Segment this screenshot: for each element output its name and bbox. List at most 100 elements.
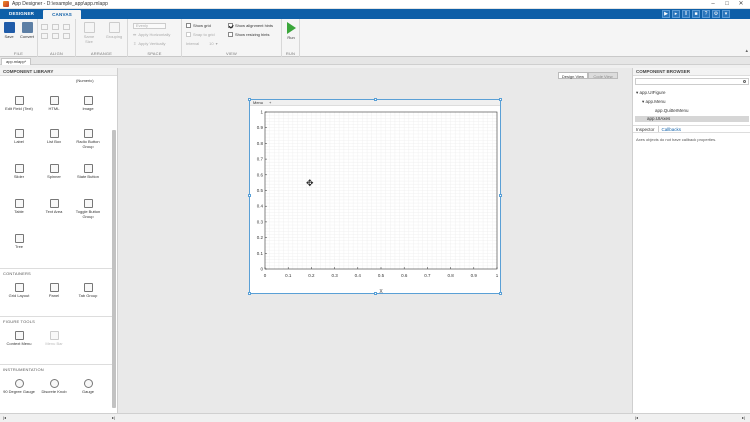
component-toggle-button-group[interactable]: Toggle Button Group <box>72 199 104 219</box>
component-grid-layout[interactable]: Grid Layout <box>3 283 35 298</box>
component-label[interactable]: Label <box>3 129 35 144</box>
component-menu-bar[interactable]: Menu Bar <box>38 331 70 346</box>
show-resizing-hints-check <box>228 32 233 37</box>
snap-to-grid-checkbox[interactable]: Snap to grid <box>186 32 215 37</box>
component-context-menu[interactable]: Context Menu <box>3 331 35 346</box>
tab-designer[interactable]: DESIGNER <box>0 9 43 19</box>
figure-tools-title: FIGURE TOOLS <box>0 316 112 324</box>
resize-handle-top-right[interactable] <box>499 98 502 101</box>
containers-title: CONTAINERS <box>0 268 112 276</box>
align-top-icon[interactable] <box>41 33 48 39</box>
component-edit-field-text[interactable]: Edit Field (Text) <box>3 96 35 111</box>
component-table[interactable]: Table <box>3 199 35 214</box>
maximize-button[interactable]: □ <box>720 0 734 9</box>
grouping-icon <box>108 22 120 33</box>
spinner-icon <box>49 164 59 173</box>
grid-layout-icon <box>14 283 24 292</box>
resize-handle-bottom[interactable] <box>374 292 377 295</box>
align-middle-icon[interactable] <box>52 33 59 39</box>
apply-horizontally-button[interactable]: ⇹ Apply Horizontally <box>133 32 170 37</box>
grouping-button[interactable]: Grouping <box>104 22 124 39</box>
show-grid-checkbox[interactable]: Show grid <box>186 23 211 28</box>
component-state-button[interactable]: State Button <box>72 164 104 179</box>
list-box-icon <box>49 129 59 138</box>
collapse-toolstrip-icon[interactable]: ▴ <box>745 48 748 54</box>
space-mode-dropdown[interactable]: Evenly <box>133 23 166 29</box>
add-menu-button[interactable]: + <box>266 100 274 105</box>
browser-search-input[interactable] <box>635 78 749 85</box>
tree-icon <box>14 234 24 243</box>
component-html[interactable]: HTML <box>38 96 70 111</box>
minimize-button[interactable]: – <box>706 0 720 9</box>
component-slider[interactable]: Slider <box>3 164 35 179</box>
tab-canvas[interactable]: CANVAS <box>43 10 81 19</box>
stop-icon[interactable]: ■ <box>692 10 700 18</box>
settings-icon[interactable]: ⚙ <box>712 10 720 18</box>
tab-inspector[interactable]: Inspector <box>633 126 658 132</box>
component-panel[interactable]: Panel <box>38 283 70 298</box>
expand-icon[interactable]: ▾ <box>722 10 730 18</box>
document-tab-app[interactable]: app.mlapp* <box>1 58 32 65</box>
y-tick-label: 1 <box>260 110 263 115</box>
tree-item-uifigure[interactable]: ▾ app.UIFigure <box>636 90 666 96</box>
component-gauge[interactable]: Gauge <box>72 379 104 394</box>
resize-handle-top-left[interactable] <box>248 98 251 101</box>
y-tick-label: 0.4 <box>257 204 264 209</box>
tab-callbacks[interactable]: Callbacks <box>657 126 685 132</box>
apply-vertically-button[interactable]: ⇳ Apply Vertically <box>133 41 165 46</box>
design-view-button[interactable]: Design View <box>558 72 588 79</box>
step-icon[interactable]: ▸ <box>672 10 680 18</box>
component-tab-group[interactable]: Tab Group <box>72 283 104 298</box>
run-button[interactable]: Run <box>283 22 299 40</box>
code-view-button[interactable]: Code View <box>588 72 618 79</box>
align-left-icon[interactable] <box>41 24 48 30</box>
resize-handle-top[interactable] <box>374 98 377 101</box>
expand-right-icon[interactable]: |◂ <box>635 415 638 420</box>
x-tick-label: 0.6 <box>401 273 408 278</box>
html-icon <box>49 96 59 105</box>
expand-left-icon[interactable]: ▸| <box>112 415 115 420</box>
space-section-label: SPACE <box>147 51 162 56</box>
component-image[interactable]: Image <box>72 96 104 111</box>
component-list-box[interactable]: List Box <box>38 129 70 144</box>
resize-handle-left[interactable] <box>248 194 251 197</box>
show-alignment-hints-checkbox[interactable]: Show alignment hints <box>228 23 273 28</box>
collapse-right-icon[interactable]: ▸| <box>742 415 745 420</box>
tree-item-uiaxes[interactable]: app.UIAxes <box>635 116 749 122</box>
run-quick-icon[interactable]: ▶ <box>662 10 670 18</box>
edit-field-icon <box>14 96 24 105</box>
component-spinner[interactable]: Spinner <box>38 164 70 179</box>
component-tree[interactable]: Tree <box>3 234 35 249</box>
component-discrete-knob[interactable]: Discrete Knob <box>38 379 70 394</box>
align-right-icon[interactable] <box>63 24 70 30</box>
close-button[interactable]: ✕ <box>734 0 748 9</box>
menu-item-menu[interactable]: Menu <box>250 100 266 105</box>
ui-figure[interactable]: Menu + 0 0 0.1 0.1 0.2 0.2 0.3 0.3 0.4 0.4 0.5 0.5 0… <box>248 98 502 295</box>
state-button-icon <box>83 164 93 173</box>
interval-field[interactable]: Interval 10 ▾ <box>186 41 218 46</box>
ui-axes[interactable]: 00 0.1 0.1 0.2 0.2 0.3 0.3 0.4 0.4 0.5 0.5 0.6 0.6 0.… <box>250 107 500 295</box>
component-90-degree-gauge[interactable]: 90 Degree Gauge <box>3 379 35 394</box>
collapse-left-icon[interactable]: |◂ <box>3 415 6 420</box>
save-button[interactable]: Save <box>1 22 17 39</box>
convert-button[interactable]: Convert <box>19 22 35 39</box>
align-center-icon[interactable] <box>52 24 59 30</box>
help-icon[interactable]: ? <box>702 10 710 18</box>
search-icon <box>743 80 746 83</box>
pause-icon[interactable]: ‖ <box>682 10 690 18</box>
radio-group-icon <box>83 129 93 138</box>
resize-handle-bottom-right[interactable] <box>499 292 502 295</box>
tree-item-menu[interactable]: ▾ app.Menu <box>642 99 666 105</box>
component-radio-button-group[interactable]: Radio Button Group <box>72 129 104 149</box>
library-scrollbar[interactable] <box>112 130 116 408</box>
component-text-area[interactable]: Text Area <box>38 199 70 214</box>
align-bottom-icon[interactable] <box>63 33 70 39</box>
run-icon <box>286 22 296 34</box>
design-canvas[interactable]: Design View Code View Menu + 0 0 0.1 0.1 0.2… <box>118 68 632 413</box>
resize-handle-bottom-left[interactable] <box>248 292 251 295</box>
show-resizing-hints-checkbox[interactable]: Show resizing hints <box>228 32 269 37</box>
tree-item-quittermenu[interactable]: app.QuitterMenu <box>655 108 689 113</box>
same-size-button[interactable]: Same Size <box>81 22 97 44</box>
resize-handle-right[interactable] <box>499 194 502 197</box>
apply-horizontally-icon: ⇹ <box>133 32 137 37</box>
